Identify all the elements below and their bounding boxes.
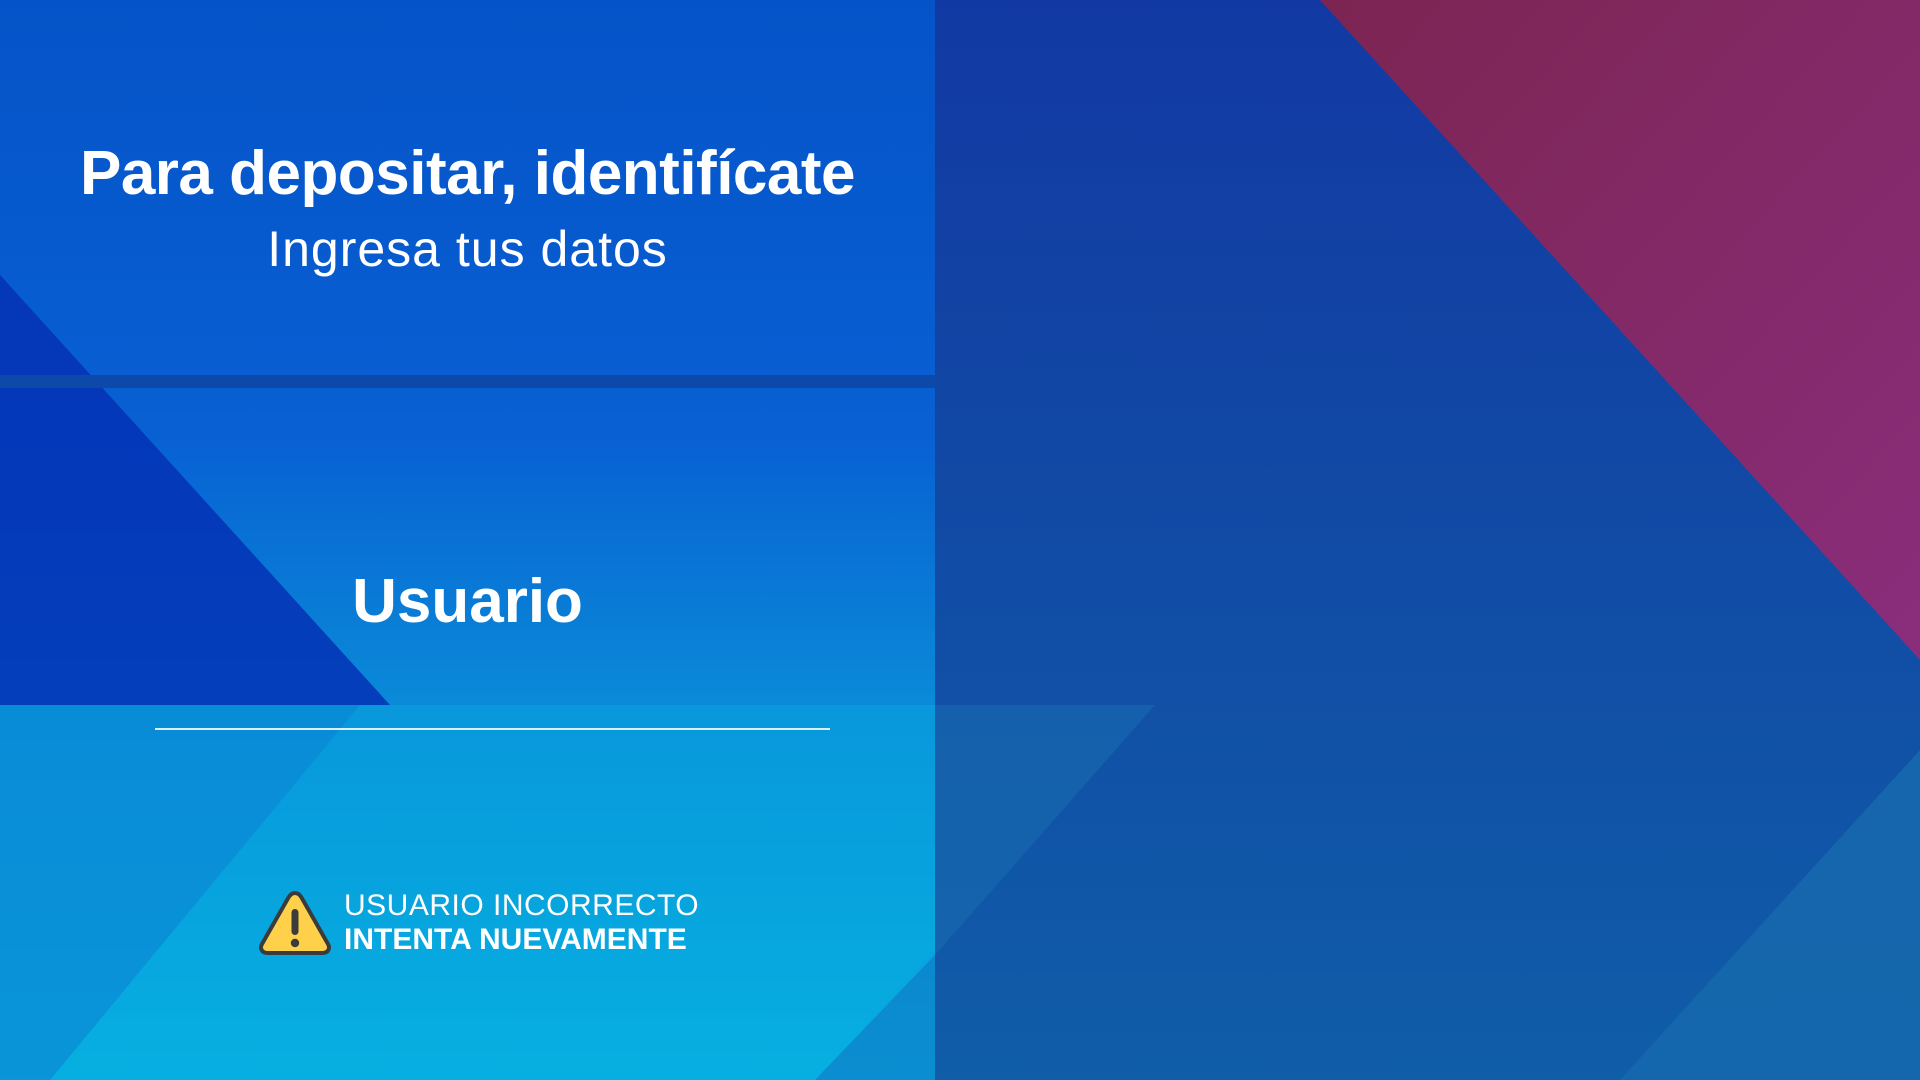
warning-icon xyxy=(259,891,331,955)
error-text: USUARIO INCORRECTO INTENTA NUEVAMENTE xyxy=(344,889,699,957)
error-message: USUARIO INCORRECTO INTENTA NUEVAMENTE xyxy=(258,888,699,958)
error-retry-text: INTENTA NUEVAMENTE xyxy=(344,923,687,956)
user-input[interactable] xyxy=(155,660,830,730)
user-field-label: Usuario xyxy=(352,567,583,636)
deposit-login-screen: Para depositar, identifícate Ingresa tus… xyxy=(0,0,1920,1080)
error-title: USUARIO INCORRECTO xyxy=(344,889,700,922)
section-divider xyxy=(0,375,935,388)
login-panel: Para depositar, identifícate Ingresa tus… xyxy=(0,0,935,1080)
page-subtitle: Ingresa tus datos xyxy=(267,221,668,277)
page-title: Para depositar, identifícate xyxy=(79,139,856,208)
